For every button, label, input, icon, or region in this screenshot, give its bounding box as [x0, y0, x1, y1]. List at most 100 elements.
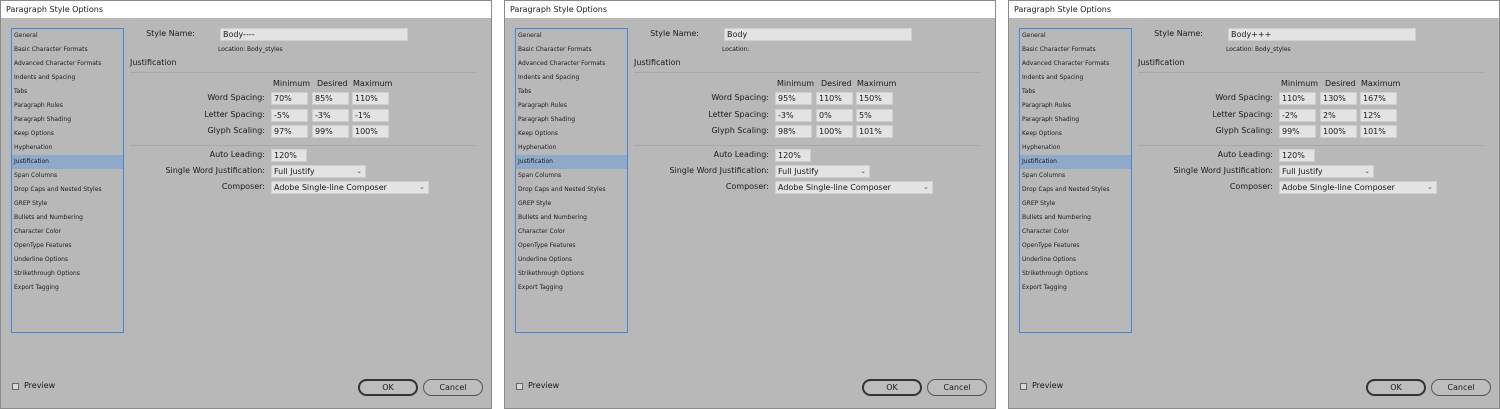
single-word-select[interactable]: Full Justify ⌄ [271, 165, 366, 178]
category-item[interactable]: Export Tagging [516, 281, 627, 295]
spacing-input[interactable]: 100% [1320, 125, 1357, 138]
category-item[interactable]: Drop Caps and Nested Styles [1020, 183, 1131, 197]
spacing-input[interactable]: 85% [312, 92, 349, 105]
category-item[interactable]: Advanced Character Formats [12, 57, 123, 71]
preview-label[interactable]: Preview [24, 381, 55, 390]
spacing-input[interactable]: -2% [1279, 108, 1316, 122]
category-item[interactable]: Underline Options [516, 253, 627, 267]
category-item[interactable]: Underline Options [1020, 253, 1131, 267]
category-item[interactable]: Character Color [1020, 225, 1131, 239]
preview-checkbox[interactable] [12, 383, 19, 390]
spacing-input[interactable]: 98% [775, 125, 812, 138]
category-item[interactable]: Strikethrough Options [12, 267, 123, 281]
spacing-input[interactable]: 150% [856, 92, 893, 105]
category-item[interactable]: Justification [1020, 155, 1131, 169]
category-item[interactable]: Bullets and Numbering [1020, 211, 1131, 225]
category-item[interactable]: Span Columns [1020, 169, 1131, 183]
ok-button[interactable]: OK [358, 379, 418, 396]
style-name-input[interactable]: Body+++ [1228, 28, 1416, 41]
category-item[interactable]: Hyphenation [12, 141, 123, 155]
category-item[interactable]: Character Color [516, 225, 627, 239]
category-item[interactable]: Span Columns [516, 169, 627, 183]
category-item[interactable]: Advanced Character Formats [516, 57, 627, 71]
preview-label[interactable]: Preview [528, 381, 559, 390]
spacing-input[interactable]: 99% [312, 125, 349, 138]
category-item[interactable]: General [12, 29, 123, 43]
category-item[interactable]: Basic Character Formats [12, 43, 123, 57]
preview-checkbox[interactable] [1020, 383, 1027, 390]
category-item[interactable]: Character Color [12, 225, 123, 239]
spacing-input[interactable]: 99% [1279, 125, 1316, 138]
preview-label[interactable]: Preview [1032, 381, 1063, 390]
category-item[interactable]: Paragraph Rules [516, 99, 627, 113]
category-item[interactable]: Bullets and Numbering [516, 211, 627, 225]
category-item[interactable]: Bullets and Numbering [12, 211, 123, 225]
composer-select[interactable]: Adobe Single-line Composer ⌄ [1279, 181, 1437, 194]
category-item[interactable]: Paragraph Rules [12, 99, 123, 113]
spacing-input[interactable]: 100% [352, 125, 389, 138]
spacing-input[interactable]: 101% [856, 125, 893, 138]
category-item[interactable]: General [1020, 29, 1131, 43]
category-item[interactable]: GREP Style [1020, 197, 1131, 211]
spacing-input[interactable]: 5% [856, 108, 893, 122]
cancel-button[interactable]: Cancel [927, 379, 987, 396]
spacing-input[interactable]: 97% [271, 125, 308, 138]
spacing-input[interactable]: -3% [312, 108, 349, 122]
style-name-input[interactable]: Body---- [220, 28, 408, 41]
category-item[interactable]: Tabs [516, 85, 627, 99]
spacing-input[interactable]: 2% [1320, 108, 1357, 122]
spacing-input[interactable]: 110% [1279, 92, 1316, 105]
cancel-button[interactable]: Cancel [423, 379, 483, 396]
auto-leading-input[interactable]: 120% [1279, 149, 1315, 162]
spacing-input[interactable]: 110% [352, 92, 389, 105]
category-item[interactable]: Keep Options [1020, 127, 1131, 141]
category-item[interactable]: GREP Style [12, 197, 123, 211]
category-item[interactable]: Drop Caps and Nested Styles [12, 183, 123, 197]
spacing-input[interactable]: 12% [1360, 108, 1397, 122]
style-name-input[interactable]: Body [724, 28, 912, 41]
category-item[interactable]: Drop Caps and Nested Styles [516, 183, 627, 197]
spacing-input[interactable]: 167% [1360, 92, 1397, 105]
category-item[interactable]: Export Tagging [1020, 281, 1131, 295]
category-item[interactable]: Paragraph Shading [516, 113, 627, 127]
category-item[interactable]: General [516, 29, 627, 43]
category-list[interactable]: General Basic Character Formats Advanced C… [11, 28, 124, 333]
ok-button[interactable]: OK [1366, 379, 1426, 396]
category-item[interactable]: Indents and Spacing [1020, 71, 1131, 85]
category-item[interactable]: Strikethrough Options [1020, 267, 1131, 281]
category-item[interactable]: OpenType Features [516, 239, 627, 253]
composer-select[interactable]: Adobe Single-line Composer ⌄ [271, 181, 429, 194]
ok-button[interactable]: OK [862, 379, 922, 396]
category-item[interactable]: Tabs [12, 85, 123, 99]
cancel-button[interactable]: Cancel [1431, 379, 1491, 396]
category-item[interactable]: Underline Options [12, 253, 123, 267]
spacing-input[interactable]: -3% [775, 108, 812, 122]
category-item[interactable]: Justification [12, 155, 123, 169]
category-item[interactable]: Paragraph Shading [1020, 113, 1131, 127]
spacing-input[interactable]: 100% [816, 125, 853, 138]
spacing-input[interactable]: 0% [816, 108, 853, 122]
spacing-input[interactable]: 101% [1360, 125, 1397, 138]
spacing-input[interactable]: 95% [775, 92, 812, 105]
category-item[interactable]: Basic Character Formats [516, 43, 627, 57]
spacing-input[interactable]: 130% [1320, 92, 1357, 105]
spacing-input[interactable]: 70% [271, 92, 308, 105]
auto-leading-input[interactable]: 120% [775, 149, 811, 162]
category-item[interactable]: Indents and Spacing [516, 71, 627, 85]
single-word-select[interactable]: Full Justify ⌄ [775, 165, 870, 178]
spacing-input[interactable]: 110% [816, 92, 853, 105]
category-list[interactable]: General Basic Character Formats Advanced C… [1019, 28, 1132, 333]
category-item[interactable]: OpenType Features [12, 239, 123, 253]
category-item[interactable]: GREP Style [516, 197, 627, 211]
spacing-input[interactable]: -5% [271, 108, 308, 122]
category-item[interactable]: Basic Character Formats [1020, 43, 1131, 57]
category-item[interactable]: Span Columns [12, 169, 123, 183]
category-item[interactable]: Keep Options [516, 127, 627, 141]
category-item[interactable]: Paragraph Shading [12, 113, 123, 127]
category-item[interactable]: Hyphenation [516, 141, 627, 155]
category-item[interactable]: Tabs [1020, 85, 1131, 99]
category-item[interactable]: Advanced Character Formats [1020, 57, 1131, 71]
category-item[interactable]: Keep Options [12, 127, 123, 141]
category-item[interactable]: Hyphenation [1020, 141, 1131, 155]
category-item[interactable]: Strikethrough Options [516, 267, 627, 281]
